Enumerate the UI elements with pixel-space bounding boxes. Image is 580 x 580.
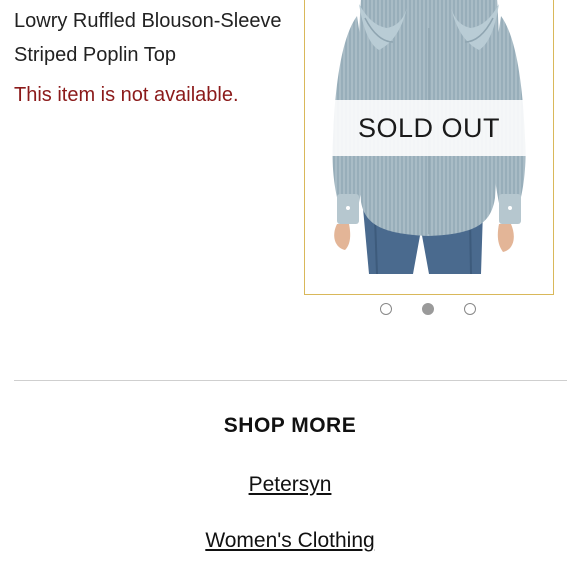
product-image-frame[interactable]: SOLD OUT xyxy=(304,0,554,295)
carousel-dot-1[interactable] xyxy=(380,303,392,315)
section-divider xyxy=(14,380,567,381)
product-page: Lowry Ruffled Blouson-Sleeve Striped Pop… xyxy=(0,0,580,580)
availability-message: This item is not available. xyxy=(14,84,239,106)
carousel-pagination xyxy=(378,302,480,318)
shop-more-link-petersyn[interactable]: Petersyn xyxy=(0,473,580,497)
product-title: Lowry Ruffled Blouson-Sleeve Striped Pop… xyxy=(14,4,294,72)
sold-out-overlay: SOLD OUT xyxy=(305,100,553,156)
carousel-dot-3[interactable] xyxy=(464,303,476,315)
carousel-dot-2[interactable] xyxy=(422,303,434,315)
product-title-line-2: Striped Poplin Top xyxy=(14,44,176,66)
shop-more-heading: SHOP MORE xyxy=(223,414,357,437)
product-title-line-1: Lowry Ruffled Blouson-Sleeve xyxy=(14,10,282,32)
shop-more-link-womens-clothing[interactable]: Women's Clothing xyxy=(0,529,580,553)
